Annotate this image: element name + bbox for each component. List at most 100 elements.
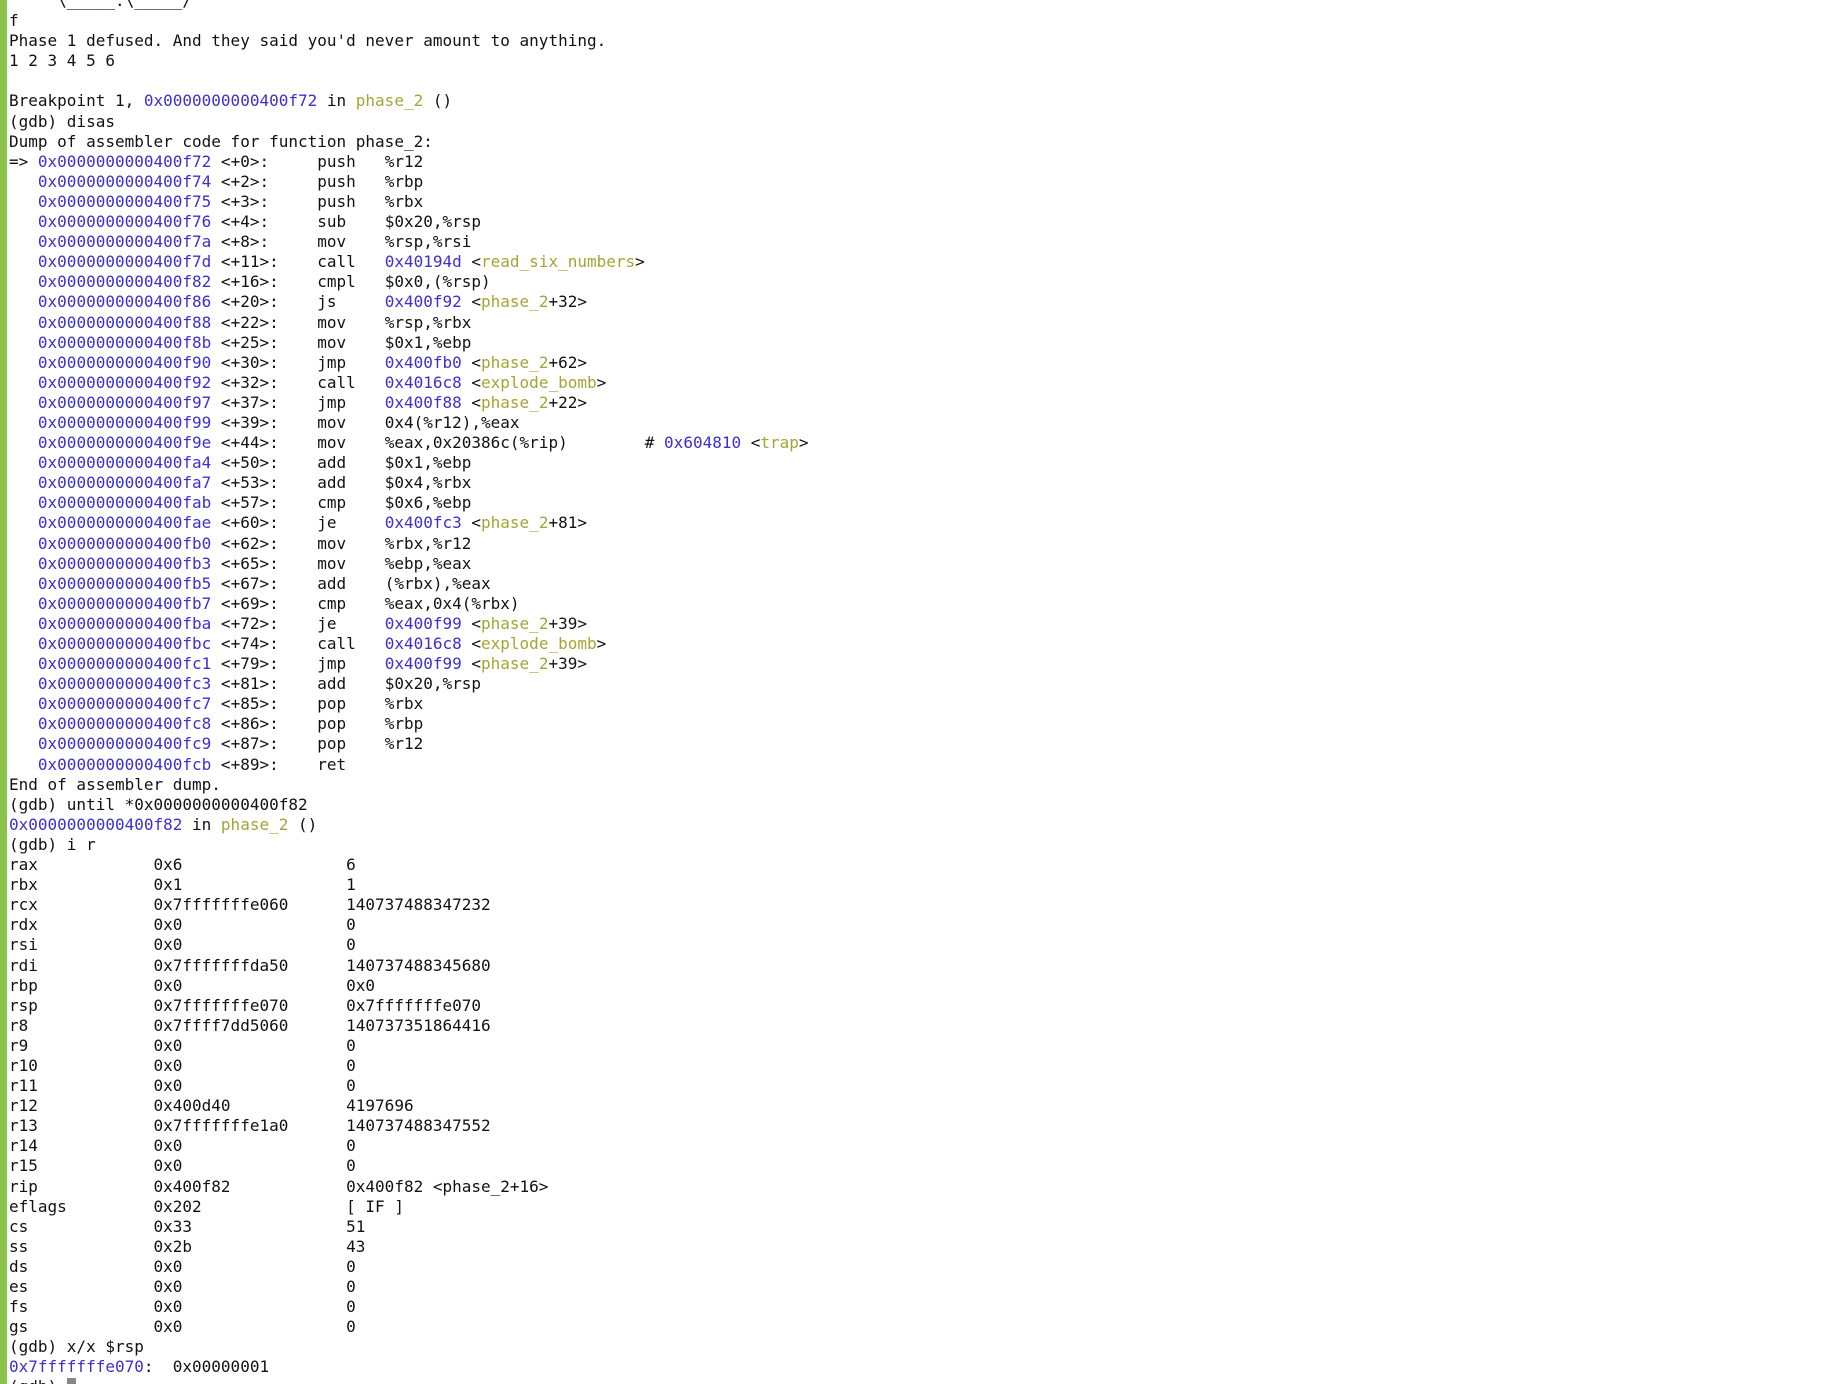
console-text: <: [461, 613, 482, 633]
terminal-window[interactable]: \_____.\_____/f Phase 1 defused. And they…: [0, 0, 1848, 1384]
symbol-text: phase_2: [481, 352, 549, 372]
console-text: <+4>: sub $0x20,%rsp: [211, 212, 482, 232]
console-text: (): [288, 814, 318, 834]
address-text: 0x0000000000400f92: [37, 372, 212, 392]
console-text: r9 0x0 0: [9, 1035, 356, 1055]
terminal-line: 0x0000000000400fc8 <+86>: pop %rbp: [9, 714, 1848, 734]
symbol-text: phase_2: [481, 654, 549, 674]
address-text: 0x0000000000400f82: [9, 814, 183, 834]
terminal-line: 0x0000000000400fb7 <+69>: cmp %eax,0x4(%…: [9, 594, 1848, 614]
address-text: 0x0000000000400f88: [37, 312, 212, 332]
console-text: r13 0x7fffffffe1a0 140737488347552: [9, 1116, 491, 1136]
terminal-line: (gdb) i r: [9, 835, 1848, 855]
console-text: <+87>: pop %r12: [211, 734, 424, 754]
gdb-console-output[interactable]: \_____.\_____/f Phase 1 defused. And they…: [9, 0, 1848, 1384]
console-text: rsp 0x7fffffffe070 0x7fffffffe070: [9, 995, 482, 1015]
console-text: es 0x0 0: [9, 1277, 356, 1296]
address-text: 0x0000000000400f90: [37, 352, 212, 372]
console-text: rbp 0x0 0x0: [9, 975, 376, 995]
address-text: 0x0000000000400fcb: [37, 754, 212, 774]
console-text: r11 0x0 0: [9, 1076, 356, 1096]
address-text: 0x0000000000400f74: [37, 171, 212, 191]
console-text: <+39>: mov 0x4(%r12),%eax: [211, 412, 520, 432]
console-text: <+50>: add $0x1,%ebp: [211, 453, 472, 473]
console-text: <+8>: mov %rsp,%rsi: [211, 232, 472, 252]
console-text: cs 0x33 51: [9, 1216, 366, 1236]
console-text: r14 0x0 0: [9, 1136, 356, 1156]
console-text: >: [798, 433, 809, 453]
terminal-line: (gdb) disas: [9, 112, 1848, 132]
console-text: ds 0x0 0: [9, 1256, 356, 1276]
console-text: ss 0x2b 43: [9, 1236, 366, 1256]
terminal-line: rip 0x400f82 0x400f82 <phase_2+16>: [9, 1177, 1848, 1197]
address-text: 0x4016c8: [384, 634, 462, 653]
terminal-line: r14 0x0 0: [9, 1136, 1848, 1156]
address-text: 0x0000000000400fae: [37, 513, 212, 533]
console-text: <+65>: mov %ebp,%eax: [211, 553, 472, 573]
console-text: <+74>: call: [211, 634, 385, 653]
terminal-line: r11 0x0 0: [9, 1076, 1848, 1096]
terminal-line: cs 0x33 51: [9, 1217, 1848, 1237]
terminal-line: rax 0x6 6: [9, 855, 1848, 875]
address-text: 0x0000000000400fb5: [37, 573, 212, 593]
console-text: <+79>: jmp: [211, 654, 385, 674]
address-text: 0x0000000000400fc7: [37, 694, 212, 714]
console-text: fs 0x0 0: [9, 1297, 356, 1317]
address-text: 0x0000000000400f99: [37, 412, 212, 432]
console-text: +22>: [548, 392, 587, 412]
terminal-line: 0x0000000000400fc1 <+79>: jmp 0x400f99 <…: [9, 654, 1848, 674]
terminal-line: es 0x0 0: [9, 1277, 1848, 1297]
console-text: (gdb) until *0x0000000000400f82: [9, 794, 308, 814]
console-text: : 0x00000001: [143, 1357, 270, 1377]
address-text: 0x0000000000400fa7: [37, 473, 212, 493]
console-text: 1 2 3 4 5 6: [9, 51, 115, 71]
terminal-line: 0x0000000000400fab <+57>: cmp $0x6,%ebp: [9, 493, 1848, 513]
console-text: <+30>: jmp: [211, 352, 385, 372]
console-text: <: [461, 392, 482, 412]
terminal-line: rbp 0x0 0x0: [9, 976, 1848, 996]
terminal-line: 0x0000000000400f88 <+22>: mov %rsp,%rbx: [9, 313, 1848, 333]
terminal-line: 0x0000000000400fc3 <+81>: add $0x20,%rsp: [9, 674, 1848, 694]
address-text: 0x0000000000400fba: [37, 613, 212, 633]
console-text: r8 0x7ffff7dd5060 140737351864416: [9, 1015, 491, 1035]
console-text: >: [596, 372, 607, 392]
terminal-line: 0x0000000000400fbc <+74>: call 0x4016c8 …: [9, 634, 1848, 654]
console-text: (gdb): [9, 1377, 67, 1384]
symbol-text: explode_bomb: [481, 372, 597, 392]
console-text: <+57>: cmp $0x6,%ebp: [211, 493, 472, 513]
symbol-text: trap: [760, 433, 799, 453]
terminal-line: 0x0000000000400f7d <+11>: call 0x40194d …: [9, 252, 1848, 272]
terminal-line: 0x0000000000400fba <+72>: je 0x400f99 <p…: [9, 614, 1848, 634]
terminal-line: Phase 1 defused. And they said you'd nev…: [9, 31, 1848, 51]
console-text: (): [423, 91, 453, 111]
console-text: +81>: [548, 513, 587, 533]
console-text: <+60>: je: [211, 513, 385, 533]
console-text: <+3>: push %rbx: [211, 191, 424, 211]
terminal-line: 0x0000000000400fc9 <+87>: pop %r12: [9, 734, 1848, 754]
terminal-line: 0x0000000000400fc7 <+85>: pop %rbx: [9, 694, 1848, 714]
active-pane-indicator: [0, 0, 7, 1384]
console-text: +39>: [548, 613, 587, 633]
terminal-line: 0x0000000000400f75 <+3>: push %rbx: [9, 192, 1848, 212]
terminal-line: 0x0000000000400f86 <+20>: js 0x400f92 <p…: [9, 292, 1848, 312]
console-text: >: [635, 252, 645, 272]
address-text: 0x400f92: [384, 292, 462, 312]
text-cursor[interactable]: [66, 1378, 76, 1384]
console-text: (gdb) x/x $rsp: [9, 1337, 144, 1357]
console-text: Dump of assembler code for function phas…: [9, 131, 433, 151]
terminal-line: 0x0000000000400f82 <+16>: cmpl $0x0,(%rs…: [9, 272, 1848, 292]
terminal-line: 0x0000000000400f9e <+44>: mov %eax,0x203…: [9, 433, 1848, 453]
terminal-line: \_____.\_____/: [9, 0, 1848, 11]
console-text: rsi 0x0 0: [9, 935, 356, 955]
console-text: r15 0x0 0: [9, 1156, 356, 1176]
